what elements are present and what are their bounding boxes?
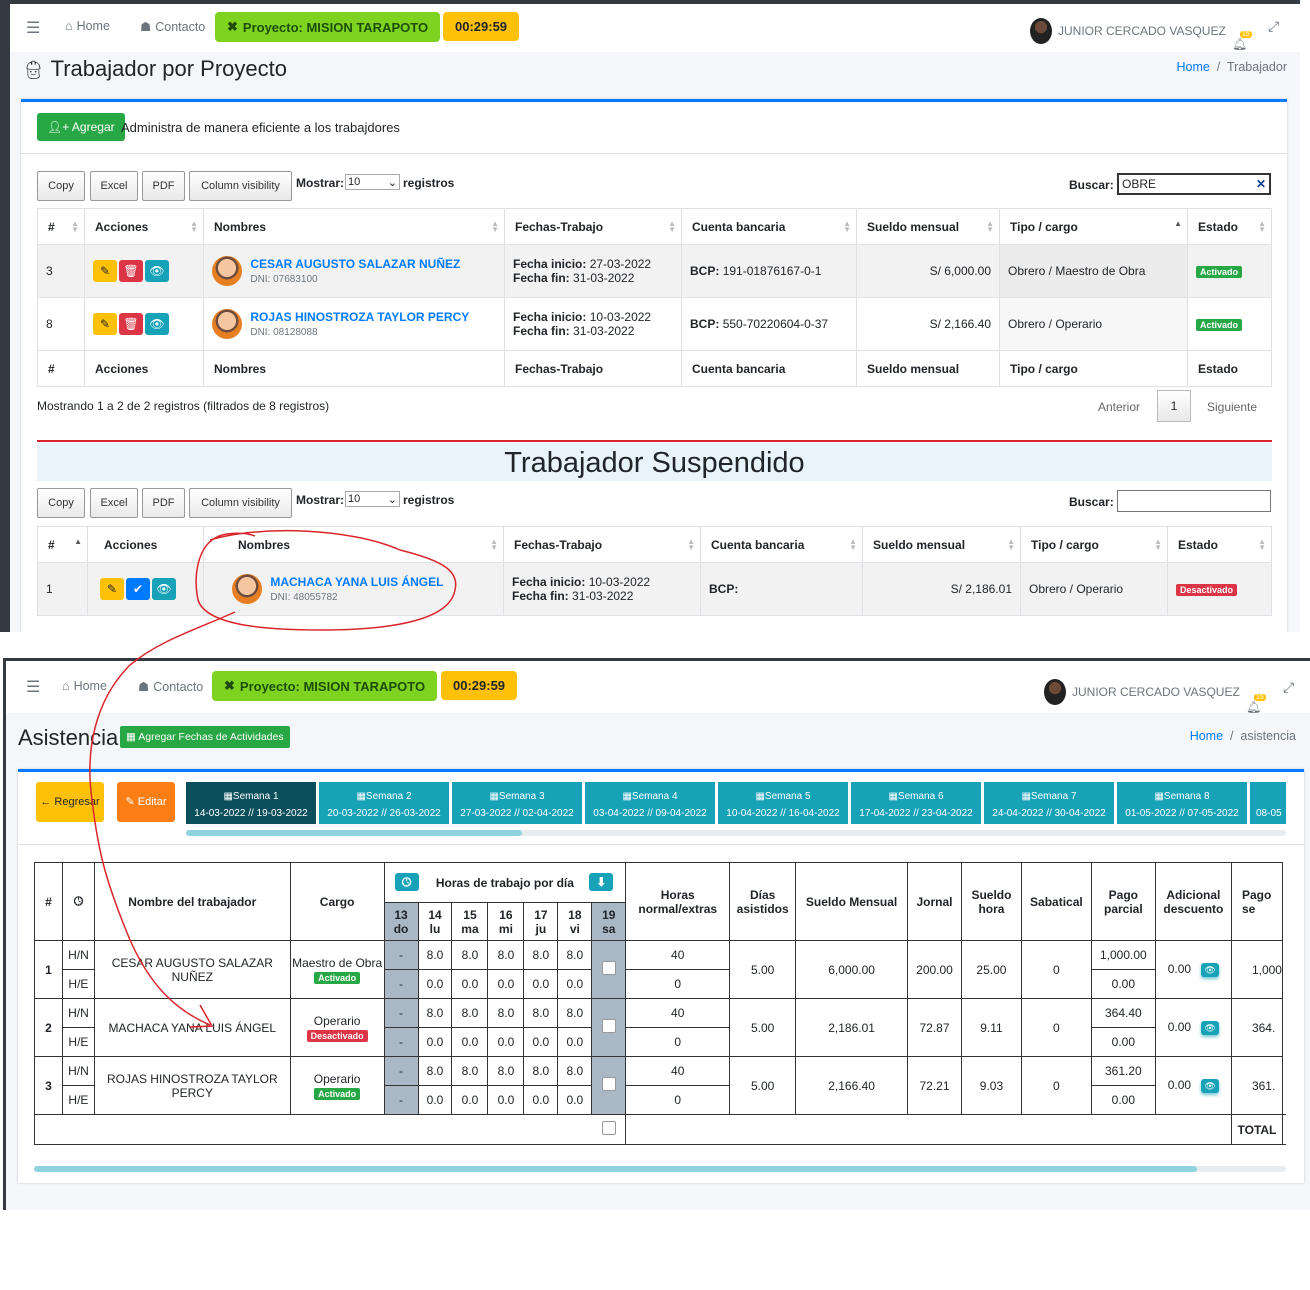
annotation-arrow bbox=[89, 611, 236, 1026]
annotation-circle bbox=[195, 529, 457, 631]
annotation-overlay bbox=[89, 529, 457, 1028]
